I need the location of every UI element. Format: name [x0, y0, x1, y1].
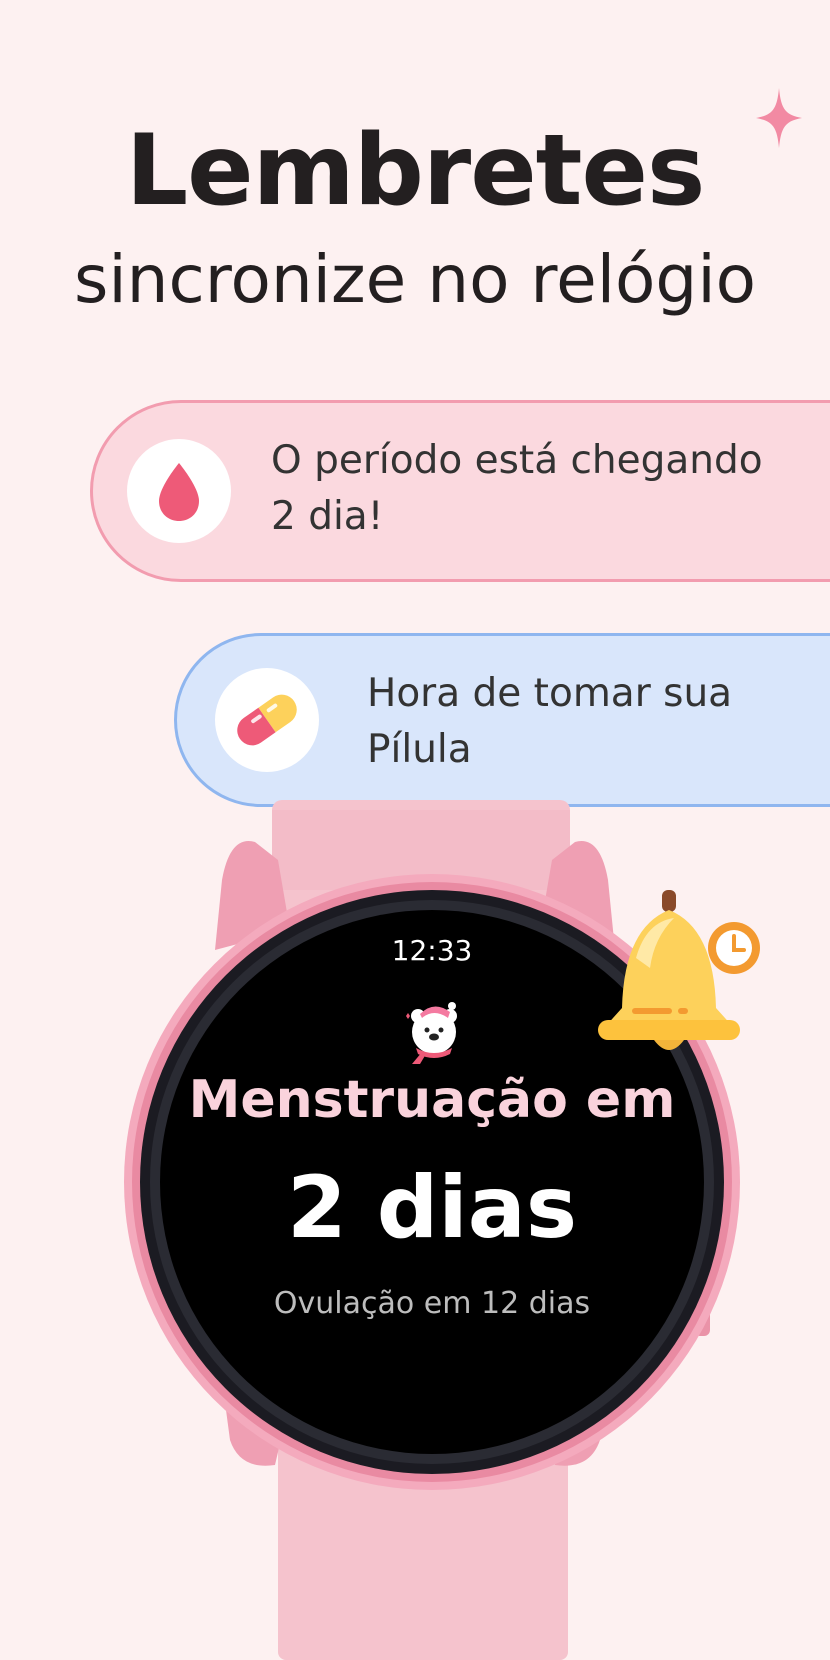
promo-screen: Lembretes sincronize no relógio O períod…	[0, 0, 830, 1660]
polar-bear-icon	[406, 1002, 457, 1064]
bell-clock-icon	[598, 890, 760, 1050]
watch-period-label: Menstruação em	[188, 1070, 676, 1130]
watch-ovulation-info: Ovulação em 12 dias	[273, 1286, 591, 1321]
smartwatch: 12:33 Menstruação em 2 dias Ovulação em …	[0, 0, 830, 1660]
watch-period-countdown: 2 dias	[286, 1158, 578, 1258]
